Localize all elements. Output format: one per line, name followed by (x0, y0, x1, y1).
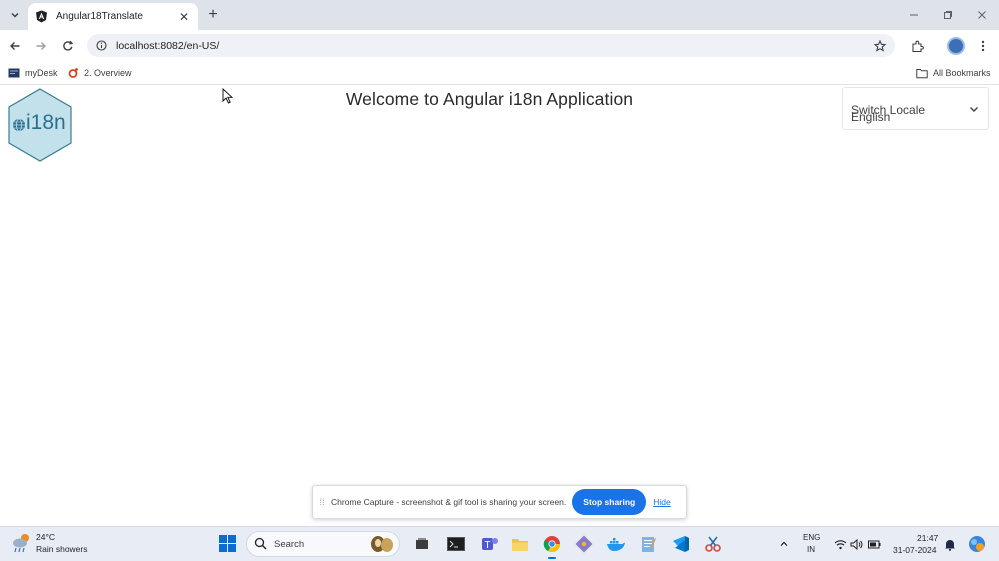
bookmark-label: myDesk (25, 68, 58, 78)
svg-text:T: T (485, 540, 491, 551)
volume-icon[interactable] (849, 537, 863, 551)
forward-arrow-icon[interactable] (30, 35, 52, 57)
stop-sharing-button[interactable]: Stop sharing (572, 489, 647, 515)
site-info-icon[interactable] (90, 35, 112, 57)
chrome-app-icon[interactable] (540, 532, 564, 559)
bookmark-label: 2. Overview (84, 68, 132, 78)
profile-avatar[interactable] (947, 37, 965, 55)
notification-bell-icon[interactable] (943, 537, 957, 551)
tab-strip: Angular18Translate ✕ + (0, 0, 999, 30)
reload-icon[interactable] (57, 35, 79, 57)
hide-link[interactable]: Hide (653, 497, 670, 507)
input-language[interactable]: ENG (803, 533, 820, 542)
notepad-app-icon[interactable] (636, 532, 660, 556)
angular-favicon-icon (34, 10, 48, 24)
windows-start-icon[interactable] (219, 535, 236, 552)
close-window-icon[interactable] (972, 5, 992, 25)
active-tab[interactable]: Angular18Translate ✕ (28, 3, 198, 30)
page-title: Welcome to Angular i18n Application (345, 89, 634, 109)
folder-icon (916, 67, 928, 79)
weather-description: Rain showers (36, 544, 88, 554)
battery-icon[interactable] (867, 537, 881, 551)
all-bookmarks-label: All Bookmarks (933, 68, 991, 78)
wifi-icon[interactable] (833, 537, 847, 551)
chevron-down-icon[interactable] (968, 102, 980, 114)
locale-value: English (851, 110, 891, 124)
copilot-app-icon[interactable] (965, 532, 989, 556)
logo-text: i18n (26, 111, 66, 134)
tab-search-chevron-icon[interactable] (5, 5, 25, 25)
browser-toolbar: localhost:8082/en-US/ (0, 30, 999, 61)
bookmarks-bar: myDesk 2. Overview All Bookmarks (0, 61, 999, 85)
search-highlight-icon (369, 534, 395, 554)
weather-temperature: 24°C (36, 532, 55, 542)
vscode-app-icon[interactable] (669, 532, 693, 556)
input-region[interactable]: IN (807, 545, 815, 554)
taskbar: 24°C Rain showers Search T ENG IN 21:47 … (0, 526, 999, 561)
all-bookmarks[interactable]: All Bookmarks (916, 66, 991, 80)
new-tab-plus-icon[interactable]: + (203, 5, 223, 25)
extensions-puzzle-icon[interactable] (906, 35, 928, 57)
show-hidden-icons-chevron-icon[interactable] (777, 537, 791, 551)
restore-icon[interactable] (938, 5, 958, 25)
page-content: i18n Welcome to Angular i18n Application… (0, 86, 999, 526)
drag-handle-icon[interactable]: ⁞⁞ (316, 497, 328, 507)
bookmark-mydesk[interactable]: myDesk (8, 66, 58, 80)
taskbar-search[interactable]: Search (246, 531, 400, 557)
bookmark-star-icon[interactable] (869, 35, 891, 57)
mydesk-icon (8, 67, 20, 79)
minimize-icon[interactable] (904, 5, 924, 25)
clock-date[interactable]: 31-07-2024 (893, 545, 936, 555)
search-icon (254, 537, 268, 551)
locale-select[interactable]: Switch Locale English (842, 87, 989, 130)
more-menu-icon[interactable] (972, 35, 994, 57)
snipping-tool-icon[interactable] (701, 532, 725, 556)
address-bar[interactable]: localhost:8082/en-US/ (87, 34, 895, 57)
url-text[interactable]: localhost:8082/en-US/ (116, 40, 869, 52)
clock-time[interactable]: 21:47 (917, 533, 938, 543)
teams-app-icon[interactable]: T (478, 532, 502, 556)
mouse-cursor-icon (222, 87, 234, 104)
search-placeholder: Search (274, 538, 305, 550)
back-arrow-icon[interactable] (4, 35, 26, 57)
tab-close-icon[interactable]: ✕ (176, 9, 192, 25)
file-explorer-icon[interactable] (508, 532, 532, 556)
terminal-app-icon[interactable] (444, 532, 468, 556)
bookmark-overview[interactable]: 2. Overview (67, 66, 132, 80)
task-view-icon[interactable] (410, 532, 434, 556)
overview-icon (67, 67, 79, 79)
git-app-icon[interactable] (572, 532, 596, 556)
screen-share-bar: ⁞⁞ Chrome Capture - screenshot & gif too… (312, 485, 687, 519)
share-message: Chrome Capture - screenshot & gif tool i… (331, 497, 567, 507)
tab-title: Angular18Translate (56, 11, 143, 22)
weather-rain-icon[interactable] (11, 532, 33, 554)
screen: Angular18Translate ✕ + localhost:8082/en… (0, 0, 999, 561)
docker-app-icon[interactable] (604, 532, 628, 556)
